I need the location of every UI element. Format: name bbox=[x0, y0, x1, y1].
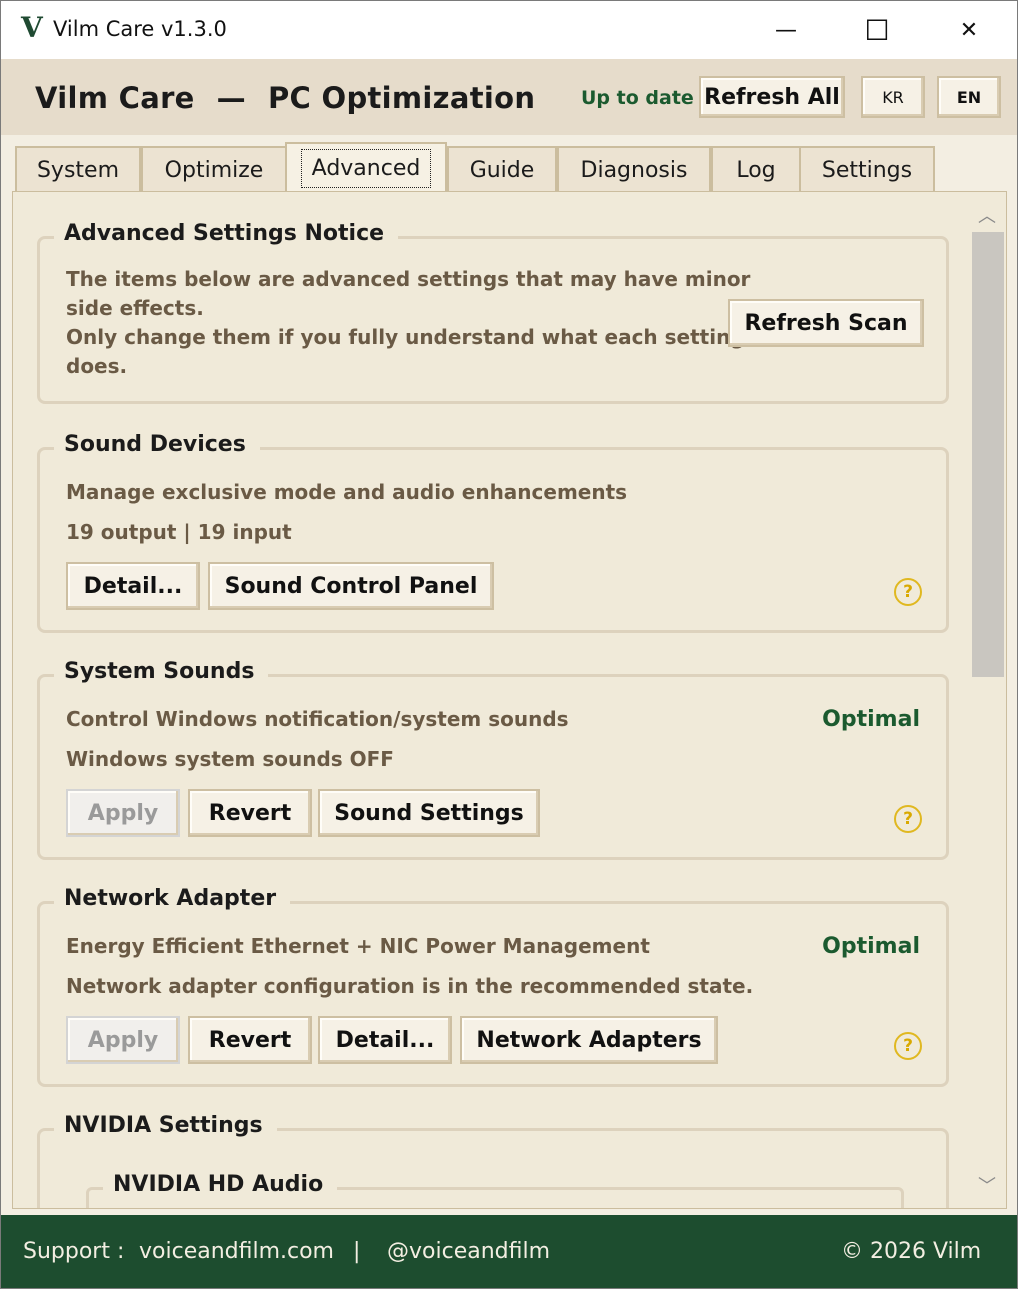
support-site-link[interactable]: voiceandfilm.com bbox=[139, 1239, 334, 1264]
nvidia-group: NVIDIA Settings NVIDIA HD Audio bbox=[37, 1113, 949, 1208]
tab-label: Log bbox=[736, 157, 776, 183]
tab-system[interactable]: System bbox=[15, 146, 141, 192]
scroll-down-icon[interactable]: ﹀ bbox=[978, 1172, 996, 1198]
apply-button[interactable]: Apply bbox=[66, 1016, 180, 1064]
network-adapters-button[interactable]: Network Adapters bbox=[460, 1016, 718, 1064]
scroll-thumb[interactable] bbox=[972, 232, 1004, 677]
app-name: Vilm Care bbox=[35, 81, 195, 115]
support-label: Support : bbox=[23, 1239, 125, 1264]
window-title: Vilm Care v1.3.0 bbox=[53, 17, 227, 41]
tab-label: Advanced bbox=[300, 148, 432, 188]
sound-devices-title: Sound Devices bbox=[54, 432, 260, 457]
status-badge: Optimal bbox=[822, 707, 920, 732]
sound-devices-status: 19 output | 19 input bbox=[66, 520, 292, 544]
advanced-content: Advanced Settings Notice The items below… bbox=[12, 191, 1007, 1209]
scroll-up-icon[interactable]: ︿ bbox=[978, 202, 996, 228]
revert-button[interactable]: Revert bbox=[188, 1016, 312, 1064]
network-adapter-group: Network Adapter Energy Efficient Etherne… bbox=[37, 886, 949, 1087]
tab-diagnosis[interactable]: Diagnosis bbox=[557, 146, 711, 192]
notice-line: does. bbox=[66, 354, 128, 378]
revert-button[interactable]: Revert bbox=[188, 789, 312, 837]
tab-advanced[interactable]: Advanced bbox=[285, 142, 447, 192]
nvidia-hd-audio-group: NVIDIA HD Audio bbox=[86, 1172, 904, 1208]
lang-kr-button[interactable]: KR bbox=[861, 76, 925, 118]
title-bar: V Vilm Care v1.3.0 — ☐ ✕ bbox=[1, 1, 1017, 59]
sound-settings-button[interactable]: Sound Settings bbox=[318, 789, 540, 837]
system-sounds-title: System Sounds bbox=[54, 659, 269, 684]
tab-label: Optimize bbox=[164, 157, 264, 183]
footer-separator: | bbox=[353, 1239, 361, 1264]
nvidia-title: NVIDIA Settings bbox=[54, 1113, 277, 1138]
apply-button[interactable]: Apply bbox=[66, 789, 180, 837]
notice-line: Only change them if you fully understand… bbox=[66, 325, 745, 349]
tab-log[interactable]: Log bbox=[711, 146, 801, 192]
tab-optimize[interactable]: Optimize bbox=[141, 146, 287, 192]
refresh-scan-button[interactable]: Refresh Scan bbox=[728, 299, 924, 347]
nvidia-hd-audio-title: NVIDIA HD Audio bbox=[103, 1172, 338, 1197]
refresh-all-button[interactable]: Refresh All bbox=[699, 76, 845, 118]
app-header: Vilm Care — PC Optimization Up to date Ref… bbox=[1, 59, 1017, 135]
status-badge: Optimal bbox=[822, 934, 920, 959]
minimize-button[interactable]: — bbox=[756, 7, 816, 53]
lang-en-button[interactable]: EN bbox=[937, 76, 1001, 118]
app-subtitle: PC Optimization bbox=[267, 81, 536, 115]
help-icon[interactable]: ? bbox=[894, 578, 922, 606]
help-icon[interactable]: ? bbox=[894, 1032, 922, 1060]
sound-detail-button[interactable]: Detail... bbox=[66, 562, 200, 610]
tab-guide[interactable]: Guide bbox=[447, 146, 557, 192]
minimize-icon: — bbox=[775, 17, 797, 43]
network-adapter-description: Energy Efficient Ethernet + NIC Power Ma… bbox=[66, 934, 650, 958]
network-adapter-status: Network adapter configuration is in the … bbox=[66, 974, 754, 998]
tab-label: Settings bbox=[821, 157, 913, 183]
tab-settings[interactable]: Settings bbox=[799, 146, 935, 192]
page-title: Vilm Care — PC Optimization bbox=[35, 81, 535, 115]
sound-control-panel-button[interactable]: Sound Control Panel bbox=[208, 562, 494, 610]
maximize-button[interactable]: ☐ bbox=[847, 7, 907, 53]
sound-devices-group: Sound Devices Manage exclusive mode and … bbox=[37, 432, 949, 633]
notice-title: Advanced Settings Notice bbox=[54, 221, 399, 246]
system-sounds-group: System Sounds Control Windows notificati… bbox=[37, 659, 949, 860]
copyright: © 2026 Vilm bbox=[841, 1239, 982, 1264]
help-icon[interactable]: ? bbox=[894, 805, 922, 833]
network-detail-button[interactable]: Detail... bbox=[318, 1016, 452, 1064]
update-status: Up to date bbox=[581, 87, 694, 109]
close-icon: ✕ bbox=[959, 17, 979, 43]
network-adapter-title: Network Adapter bbox=[54, 886, 291, 911]
notice-text: The items below are advanced settings th… bbox=[66, 265, 750, 381]
tab-label: Diagnosis bbox=[580, 157, 688, 183]
system-sounds-status: Windows system sounds OFF bbox=[66, 747, 394, 771]
system-sounds-description: Control Windows notification/system soun… bbox=[66, 707, 569, 731]
notice-line: The items below are advanced settings th… bbox=[66, 267, 751, 291]
close-button[interactable]: ✕ bbox=[939, 7, 999, 53]
maximize-icon: ☐ bbox=[864, 13, 890, 47]
tab-label: System bbox=[36, 157, 120, 183]
tab-label: Guide bbox=[469, 157, 535, 183]
sound-devices-description: Manage exclusive mode and audio enhancem… bbox=[66, 480, 628, 504]
support-handle-link[interactable]: @voiceandfilm bbox=[387, 1239, 550, 1264]
app-logo-icon: V bbox=[21, 11, 43, 44]
app-window: V Vilm Care v1.3.0 — ☐ ✕ Vilm Care — PC Op… bbox=[0, 0, 1018, 1289]
notice-group: Advanced Settings Notice The items below… bbox=[37, 221, 949, 404]
title-dash: — bbox=[216, 81, 246, 115]
vertical-scrollbar[interactable]: ︿ ﹀ bbox=[970, 192, 1006, 1208]
footer: Support : voiceandfilm.com | @voiceandfi… bbox=[1, 1215, 1017, 1288]
notice-line: side effects. bbox=[66, 296, 204, 320]
